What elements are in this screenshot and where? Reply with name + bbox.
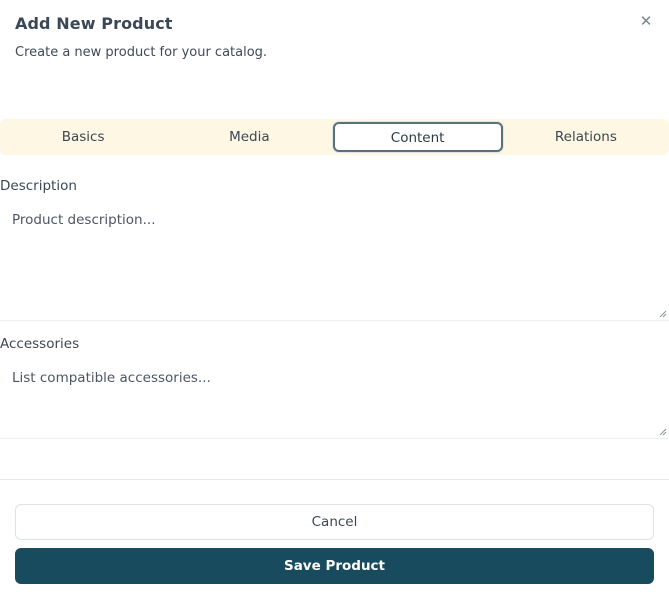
tab-bar: Basics Media Content Relations: [0, 119, 669, 155]
description-textarea[interactable]: Product description...: [0, 202, 669, 321]
tab-media[interactable]: Media: [166, 119, 332, 155]
save-product-button[interactable]: Save Product: [15, 548, 654, 584]
accessories-label: Accessories: [0, 336, 80, 352]
add-product-dialog: Add New Product Create a new product for…: [0, 0, 669, 605]
accessories-textarea[interactable]: List compatible accessories...: [0, 360, 669, 439]
footer-divider: [0, 479, 669, 480]
tab-relations[interactable]: Relations: [503, 119, 669, 155]
tab-basics[interactable]: Basics: [0, 119, 166, 155]
resize-handle-icon[interactable]: [659, 310, 667, 318]
accessories-placeholder: List compatible accessories...: [12, 370, 211, 386]
dialog-subtitle: Create a new product for your catalog.: [15, 45, 268, 60]
resize-handle-icon[interactable]: [659, 428, 667, 436]
cancel-button[interactable]: Cancel: [15, 504, 654, 540]
dialog-title: Add New Product: [15, 14, 173, 33]
description-placeholder: Product description...: [12, 212, 156, 228]
description-label: Description: [0, 178, 77, 194]
close-icon[interactable]: ✕: [636, 11, 656, 31]
tab-content[interactable]: Content: [332, 122, 503, 152]
